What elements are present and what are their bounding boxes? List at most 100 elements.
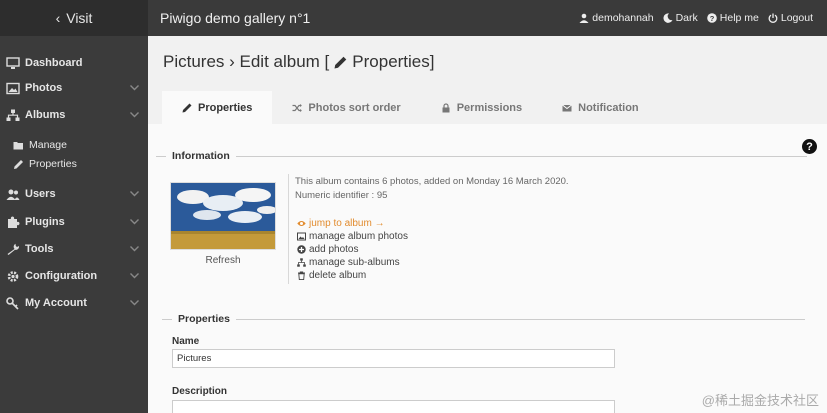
action-label: manage sub-albums bbox=[309, 257, 400, 268]
manage-sub-albums-link[interactable]: manage sub-albums bbox=[297, 256, 408, 269]
tab-content: Information ? Refresh This album contain… bbox=[148, 124, 827, 413]
divider bbox=[156, 155, 166, 157]
sidebar-item-configuration[interactable]: Configuration bbox=[0, 266, 148, 286]
eye-icon bbox=[297, 221, 306, 226]
manage-album-photos-link[interactable]: manage album photos bbox=[297, 230, 408, 243]
sidebar-item-tools[interactable]: Tools bbox=[0, 239, 148, 259]
sidebar-item-my-account[interactable]: My Account bbox=[0, 293, 148, 313]
sidebar-subitem-properties[interactable]: Properties bbox=[13, 156, 77, 172]
divider bbox=[288, 174, 289, 284]
chevron-down-icon bbox=[130, 246, 139, 252]
add-photos-link[interactable]: add photos bbox=[297, 243, 408, 256]
action-label: jump to album → bbox=[309, 218, 385, 229]
divider bbox=[235, 155, 807, 157]
page-title-prefix: Pictures › Edit album [ bbox=[163, 52, 330, 71]
properties-section-header: Properties bbox=[162, 312, 805, 326]
user-link-label: demohannah bbox=[592, 12, 654, 24]
album-id-line: Numeric identifier : 95 bbox=[295, 190, 388, 201]
album-info-line: This album contains 6 photos, added on M… bbox=[295, 176, 569, 187]
help-link-label: Help me bbox=[719, 12, 759, 24]
folder-open-icon bbox=[13, 141, 23, 149]
gears-icon bbox=[5, 269, 21, 283]
svg-text:?: ? bbox=[709, 14, 714, 23]
sidebar-subitem-manage[interactable]: Manage bbox=[13, 137, 67, 153]
trash-icon bbox=[298, 271, 305, 280]
sidebar-subitem-label: Properties bbox=[29, 158, 77, 170]
plus-circle-icon bbox=[297, 245, 306, 254]
sidebar-subitem-label: Manage bbox=[29, 139, 67, 151]
name-field-label: Name bbox=[172, 336, 200, 347]
chevron-down-icon bbox=[130, 112, 139, 118]
sidebar-item-plugins[interactable]: Plugins bbox=[0, 212, 148, 232]
sidebar-item-label: Dashboard bbox=[25, 57, 83, 69]
tab-permissions[interactable]: Permissions bbox=[421, 91, 542, 124]
sidebar-item-albums[interactable]: Albums bbox=[0, 105, 148, 125]
main-area: Pictures › Edit album [ Properties] Prop… bbox=[148, 36, 827, 413]
sidebar-item-users[interactable]: Users bbox=[0, 184, 148, 204]
album-name-input[interactable] bbox=[172, 349, 615, 368]
tab-label: Properties bbox=[198, 101, 253, 114]
sidebar: Dashboard Photos Albums Manage Propertie… bbox=[0, 36, 148, 413]
dark-mode-label: Dark bbox=[675, 12, 698, 24]
sidebar-item-label: Albums bbox=[25, 109, 66, 121]
refresh-link[interactable]: Refresh bbox=[170, 255, 276, 266]
chevron-down-icon bbox=[130, 191, 139, 197]
tab-properties[interactable]: Properties bbox=[162, 91, 273, 124]
album-thumbnail[interactable] bbox=[170, 182, 276, 250]
question-icon: ? bbox=[706, 13, 717, 23]
album-description-input[interactable] bbox=[172, 400, 615, 413]
wrench-icon bbox=[5, 242, 21, 256]
page-title-suffix: Properties] bbox=[352, 52, 435, 71]
sidebar-item-photos[interactable]: Photos bbox=[0, 78, 148, 98]
tab-photos-sort-order[interactable]: Photos sort order bbox=[272, 91, 420, 124]
information-section-header: Information bbox=[156, 149, 807, 163]
album-info: This album contains 6 photos, added on M… bbox=[295, 175, 569, 203]
tab-label: Permissions bbox=[456, 101, 523, 114]
visit-link[interactable]: ‹ Visit bbox=[0, 0, 148, 36]
top-bar: ‹ Visit Piwigo demo gallery n°1 demohann… bbox=[0, 0, 827, 36]
help-link[interactable]: ? Help me bbox=[706, 12, 759, 24]
action-label: manage album photos bbox=[309, 231, 408, 242]
album-actions: jump to album → manage album photos add … bbox=[297, 217, 408, 282]
user-icon bbox=[579, 13, 589, 23]
shuffle-icon bbox=[292, 103, 303, 112]
top-links: demohannah Dark ? Help me Logout bbox=[579, 0, 813, 36]
sidebar-item-label: Photos bbox=[25, 82, 63, 94]
dashboard-icon bbox=[5, 56, 21, 70]
envelope-icon bbox=[562, 104, 572, 111]
action-label: add photos bbox=[309, 244, 359, 255]
tab-bar: Properties Photos sort order Permissions… bbox=[162, 91, 659, 124]
sidebar-item-label: Plugins bbox=[25, 216, 65, 228]
moon-icon bbox=[663, 13, 673, 23]
user-link[interactable]: demohannah bbox=[579, 12, 654, 24]
page-title: Pictures › Edit album [ Properties] bbox=[163, 52, 434, 72]
properties-section-label: Properties bbox=[178, 313, 230, 325]
pencil-icon bbox=[334, 56, 347, 68]
tab-notification[interactable]: Notification bbox=[542, 91, 659, 124]
sidebar-item-label: My Account bbox=[25, 297, 87, 309]
jump-to-album-link[interactable]: jump to album → bbox=[297, 217, 408, 230]
photo-icon bbox=[5, 81, 21, 95]
lock-icon bbox=[442, 102, 450, 112]
sidebar-item-label: Configuration bbox=[25, 270, 98, 282]
chevron-down-icon bbox=[130, 273, 139, 279]
divider bbox=[162, 318, 172, 320]
power-icon bbox=[768, 13, 778, 23]
delete-album-link[interactable]: delete album bbox=[297, 269, 408, 282]
description-field-label: Description bbox=[172, 386, 228, 397]
help-button[interactable]: ? bbox=[802, 139, 817, 154]
information-section-label: Information bbox=[172, 150, 230, 162]
sitemap-icon bbox=[5, 108, 21, 122]
pencil-icon bbox=[182, 103, 192, 112]
sidebar-item-dashboard[interactable]: Dashboard bbox=[0, 53, 148, 73]
tab-label: Notification bbox=[578, 101, 639, 114]
album-thumbnail-image bbox=[171, 183, 275, 249]
visit-label: Visit bbox=[66, 10, 93, 26]
action-label: delete album bbox=[309, 270, 367, 281]
gallery-title: Piwigo demo gallery n°1 bbox=[160, 10, 311, 26]
logout-link[interactable]: Logout bbox=[768, 12, 813, 24]
puzzle-icon bbox=[5, 215, 21, 229]
dark-mode-link[interactable]: Dark bbox=[663, 12, 698, 24]
pencil-icon bbox=[14, 159, 23, 169]
watermark-text: @稀土掘金技术社区 bbox=[701, 393, 819, 408]
